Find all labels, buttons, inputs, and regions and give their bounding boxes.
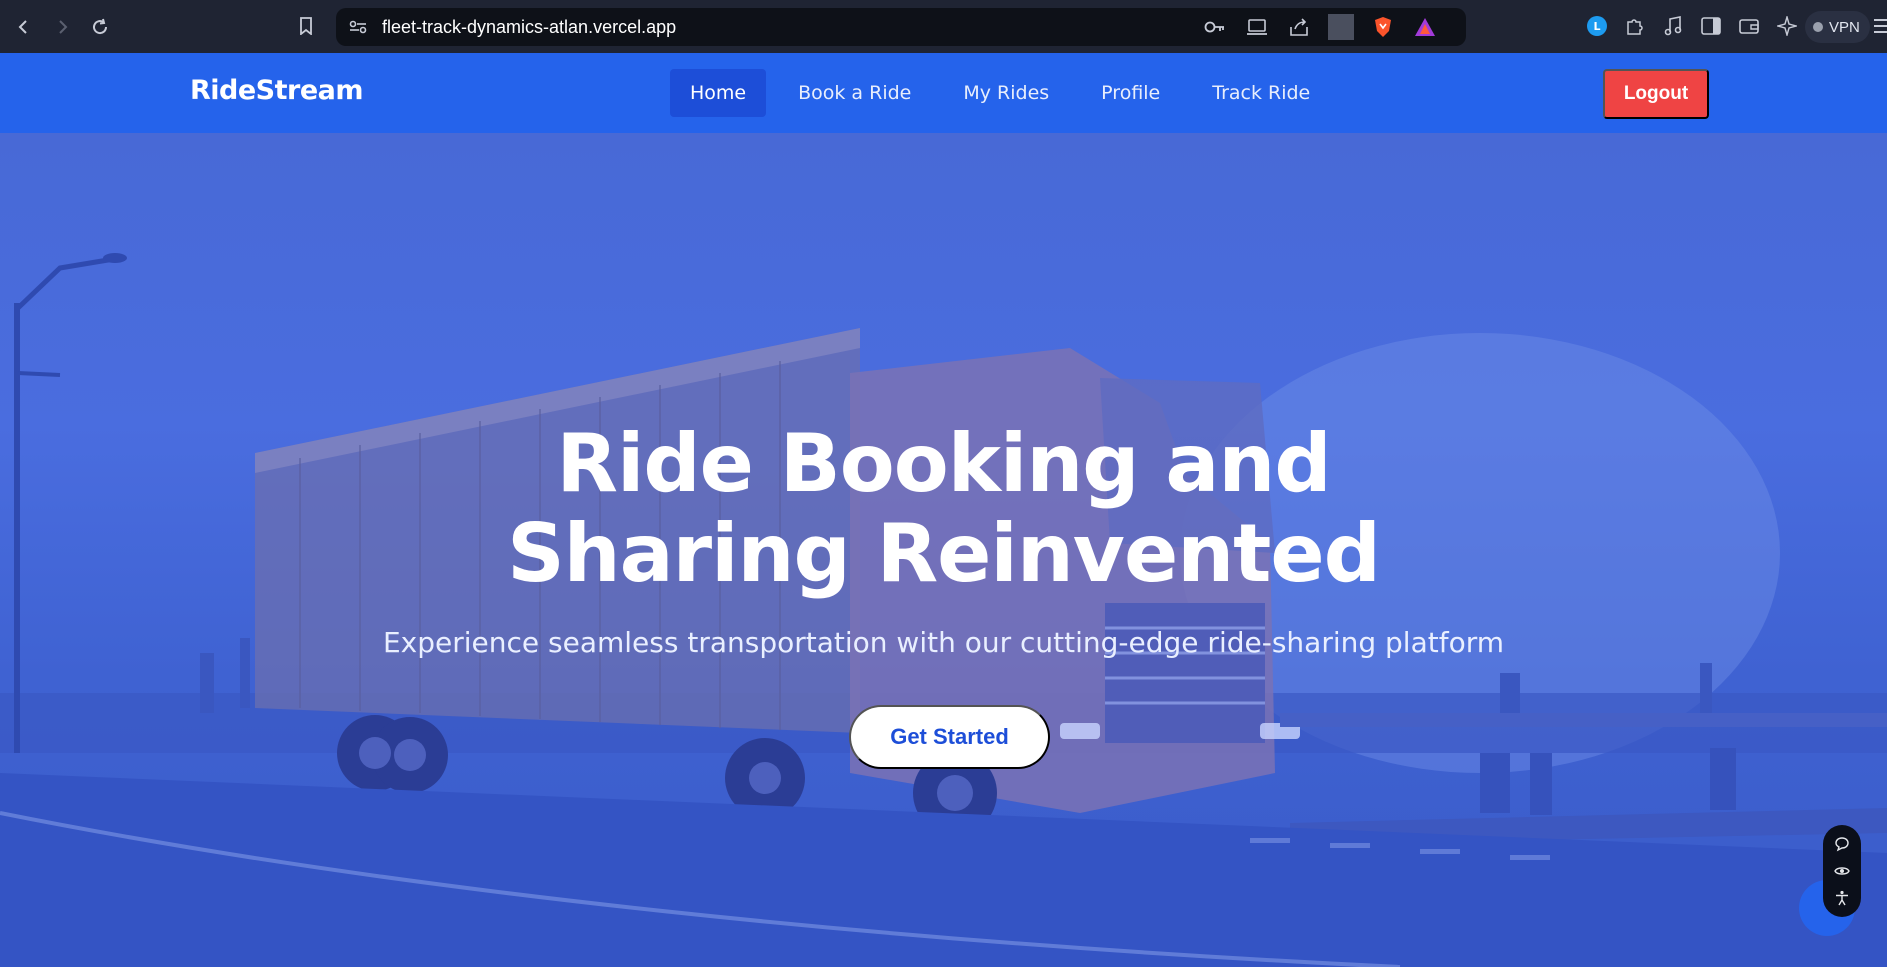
vpn-label: VPN bbox=[1829, 18, 1860, 36]
address-bar[interactable]: fleet-track-dynamics-atlan.vercel.app bbox=[336, 8, 1466, 46]
floating-tools-widget bbox=[1823, 825, 1861, 917]
logout-button[interactable]: Logout bbox=[1603, 69, 1709, 119]
hero-title-line-1: Ride Booking and bbox=[556, 417, 1331, 510]
hero-title-line-2: Sharing Reinvented bbox=[507, 507, 1381, 600]
key-icon[interactable] bbox=[1202, 14, 1228, 40]
eye-icon[interactable] bbox=[1833, 862, 1851, 880]
main-nav: Home Book a Ride My Rides Profile Track … bbox=[670, 69, 1330, 117]
hero-section: Ride Booking and Sharing Reinvented Expe… bbox=[0, 133, 1887, 967]
svg-text:L: L bbox=[1593, 20, 1600, 33]
url-text[interactable]: fleet-track-dynamics-atlan.vercel.app bbox=[382, 17, 676, 38]
nav-my-rides[interactable]: My Rides bbox=[943, 69, 1069, 117]
hero-content: Ride Booking and Sharing Reinvented Expe… bbox=[0, 133, 1887, 967]
get-started-button[interactable]: Get Started bbox=[849, 705, 1050, 769]
app-navbar: RideStream Home Book a Ride My Rides Pro… bbox=[0, 53, 1887, 133]
brave-rewards-icon[interactable] bbox=[1412, 14, 1438, 40]
nav-book-a-ride[interactable]: Book a Ride bbox=[778, 69, 931, 117]
site-settings-icon[interactable] bbox=[346, 15, 370, 39]
extension-l-icon[interactable]: L bbox=[1584, 13, 1610, 39]
brand-logo[interactable]: RideStream bbox=[190, 75, 364, 106]
nav-profile[interactable]: Profile bbox=[1081, 69, 1180, 117]
browser-toolbar: fleet-track-dynamics-atlan.vercel.app L bbox=[0, 0, 1887, 53]
menu-icon[interactable] bbox=[1872, 16, 1887, 36]
hero-title: Ride Booking and Sharing Reinvented bbox=[0, 419, 1887, 599]
nav-track-ride[interactable]: Track Ride bbox=[1192, 69, 1330, 117]
forward-icon[interactable] bbox=[48, 13, 76, 41]
hero-subtitle: Experience seamless transportation with … bbox=[382, 626, 1504, 659]
vpn-status-dot bbox=[1813, 22, 1823, 32]
back-icon[interactable] bbox=[10, 13, 38, 41]
reload-icon[interactable] bbox=[86, 13, 114, 41]
share-icon[interactable] bbox=[1286, 14, 1312, 40]
nav-home[interactable]: Home bbox=[670, 69, 767, 117]
music-icon[interactable] bbox=[1660, 13, 1686, 39]
url-separator bbox=[1328, 14, 1354, 40]
cast-icon[interactable] bbox=[1244, 14, 1270, 40]
sidebar-icon[interactable] bbox=[1698, 13, 1724, 39]
chat-icon[interactable] bbox=[1833, 835, 1851, 853]
vpn-button[interactable]: VPN bbox=[1805, 11, 1870, 43]
accessibility-icon[interactable] bbox=[1833, 889, 1851, 907]
wallet-icon[interactable] bbox=[1736, 13, 1762, 39]
leo-ai-icon[interactable] bbox=[1774, 13, 1800, 39]
puzzle-icon[interactable] bbox=[1622, 13, 1648, 39]
brave-shield-icon[interactable] bbox=[1370, 14, 1396, 40]
bookmark-icon[interactable] bbox=[293, 13, 319, 39]
